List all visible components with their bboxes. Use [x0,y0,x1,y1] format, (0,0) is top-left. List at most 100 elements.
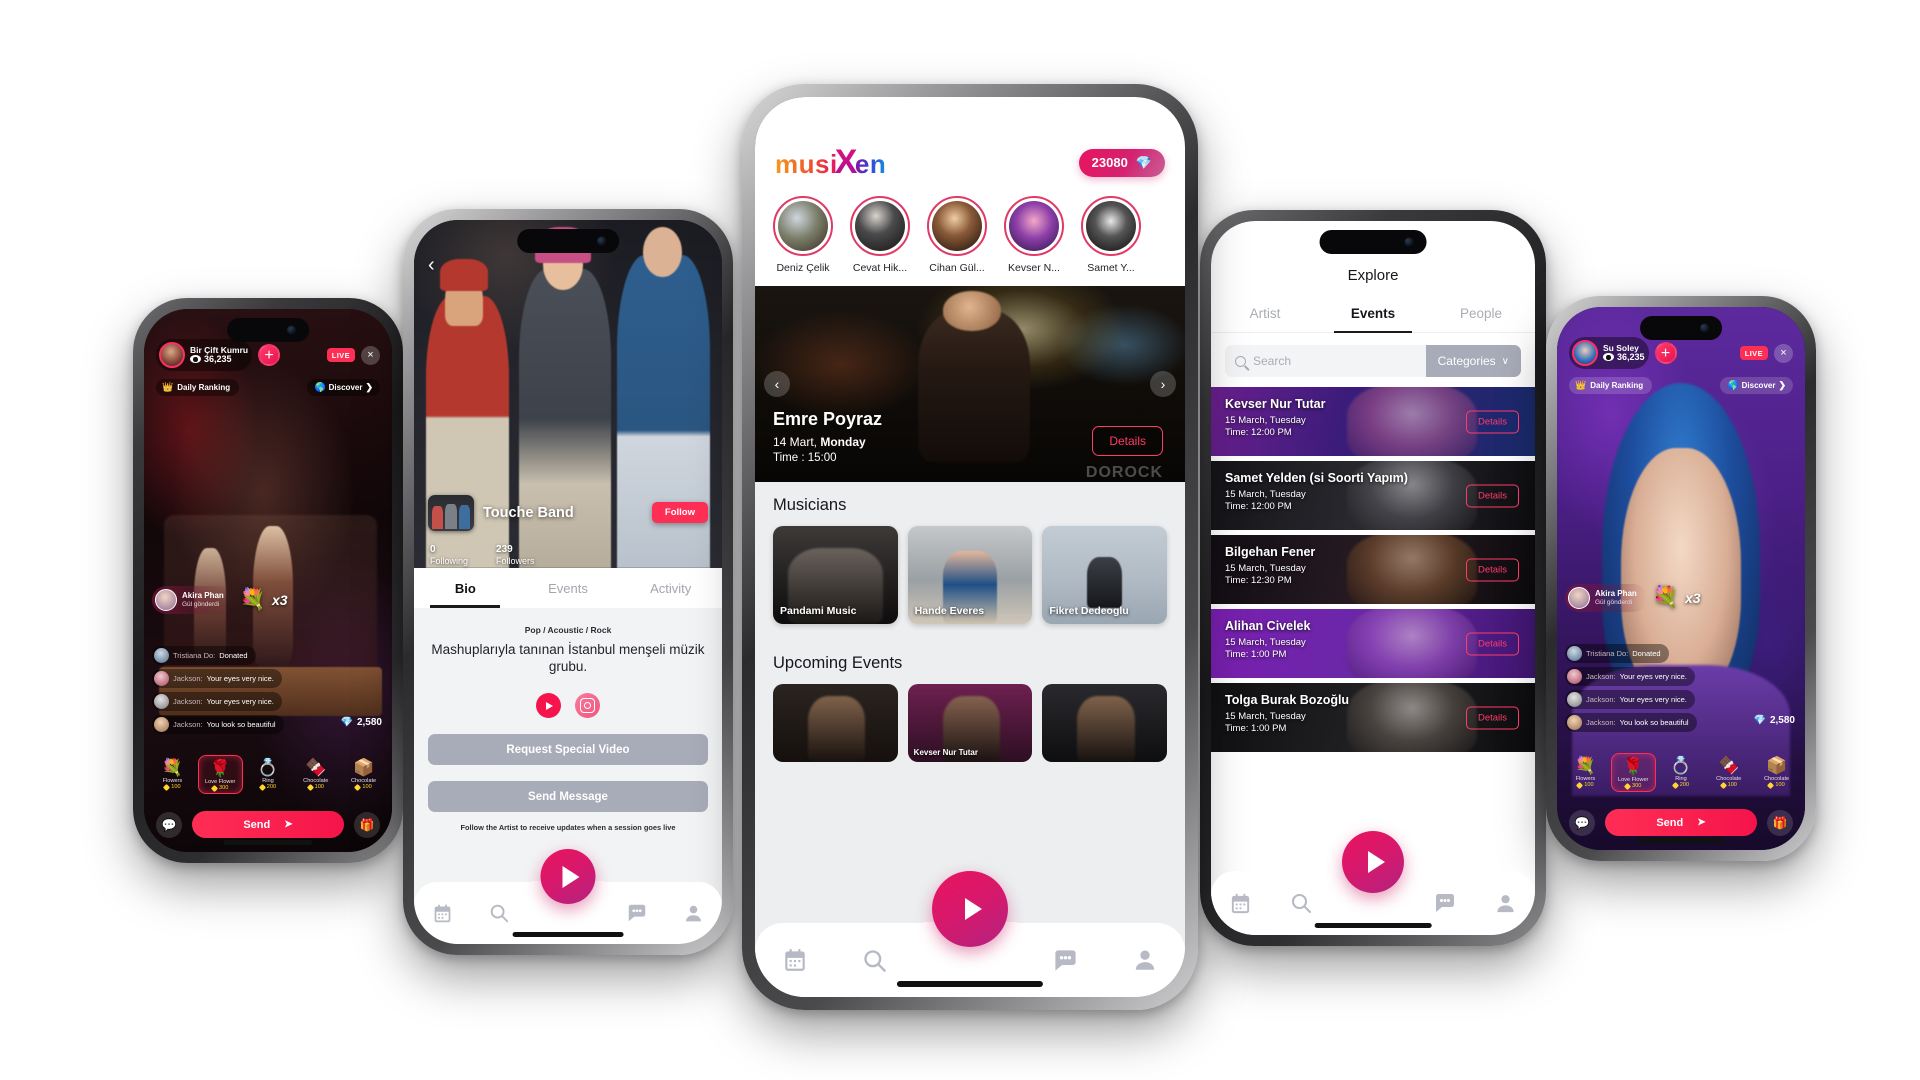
host-chip[interactable]: Su Soley 36,235 [1569,337,1649,369]
discover-chip[interactable]: 🌎 Discover ❯ [307,379,380,396]
table-row[interactable]: Bilgehan Fener 15 March, Tuesday Time: 1… [1211,535,1535,604]
musicians-row[interactable]: Pandami Music Hande Everes Fikret Dedeog… [755,515,1185,640]
flower-icon: 💐 [239,587,266,611]
search-icon[interactable] [488,902,510,924]
screen-artist-profile: ‹ Touche Band Follow 0 Following 239 Fol… [414,220,722,944]
host-chip[interactable]: Bir Çift Kumru 36,235 [156,339,253,371]
follow-button[interactable]: Follow [651,502,708,524]
chat-icon[interactable]: 💬 [156,811,182,838]
daily-ranking-chip[interactable]: 👑 Daily Ranking [156,379,240,396]
search-input[interactable]: Search [1225,345,1426,377]
categories-dropdown[interactable]: Categories ∨ [1425,345,1521,377]
list-item[interactable] [773,684,898,762]
back-icon[interactable]: ‹ [428,254,435,277]
details-button[interactable]: Details [1465,706,1519,729]
table-row[interactable]: Tolga Burak Bozoğlu 15 March, Tuesday Ti… [1211,683,1535,752]
table-row[interactable]: Samet Yelden (si Soorti Yapım) 15 March,… [1211,461,1535,530]
gift-option[interactable]: 💍 Ring 200 [1659,753,1704,790]
details-button[interactable]: Details [1465,632,1519,655]
details-button[interactable]: Details [1465,410,1519,433]
discover-chip[interactable]: 🌎 Discover ❯ [1720,377,1793,394]
details-button[interactable]: Details [1465,484,1519,507]
featured-event-card[interactable]: DOROCK ‹ › Emre Poyraz 14 Mart, Monday T… [755,286,1185,482]
profile-icon[interactable] [1494,892,1517,915]
table-row[interactable]: Kevser Nur Tutar 15 March, Tuesday Time:… [1211,387,1535,456]
close-icon[interactable]: × [1774,343,1793,363]
profile-icon[interactable] [1132,947,1158,973]
gift-option[interactable]: 💐 Flowers 100 [150,755,195,792]
events-list[interactable]: Kevser Nur Tutar 15 March, Tuesday Time:… [1211,387,1535,752]
gift-option[interactable]: 💍 Ring 200 [246,755,291,792]
gift-option-selected[interactable]: 🌹 Love Flower 300 [197,755,243,794]
gift-option[interactable]: 📦 Chocolate 100 [1754,753,1799,790]
explore-tabs[interactable]: Artist Events People [1211,300,1535,333]
gem-balance-badge[interactable]: 23080 💎 [1078,148,1165,177]
following-stat[interactable]: 0 Following [430,544,468,568]
list-item[interactable]: Deniz Çelik [769,196,837,274]
chat-icon[interactable]: 💬 [1569,809,1595,836]
chat-icon[interactable] [1433,891,1457,915]
tab-bio[interactable]: Bio [414,568,517,608]
gift-option[interactable]: 📦 Chocolate 100 [341,755,386,792]
tab-events[interactable]: Events [1319,300,1427,333]
list-item[interactable]: Hande Everes [907,526,1033,624]
avatar [159,342,185,368]
artist-tabs[interactable]: Bio Events Activity [414,567,722,608]
play-fab-icon[interactable] [1342,831,1404,893]
list-item[interactable]: Cevat Hik... [846,196,914,274]
list-item[interactable]: Kevser N... [1000,196,1068,274]
details-button[interactable]: Details [1092,426,1163,456]
calendar-icon[interactable] [782,947,808,973]
gift-picker[interactable]: 💐 Flowers 100 🌹 Love Flower 300 💍 Ring 2… [1563,753,1799,792]
play-fab-icon[interactable] [932,871,1008,947]
tab-activity[interactable]: Activity [619,568,722,608]
gift-option-selected[interactable]: 🌹 Love Flower 300 [1610,753,1656,792]
tab-people[interactable]: People [1427,300,1535,332]
followers-stat[interactable]: 239 Followers [496,544,535,568]
youtube-icon[interactable] [536,693,561,719]
ring-icon: 💍 [257,758,279,777]
stories-row[interactable]: Deniz Çelik Cevat Hik... Cihan Gül... Ke… [755,182,1185,286]
gift-picker[interactable]: 💐 Flowers 100 🌹 Love Flower 300 💍 Ring 2… [150,755,386,794]
list-item[interactable]: Fikret Dedeoglu [1042,526,1168,624]
list-item[interactable]: Pandami Music [773,526,898,624]
details-button[interactable]: Details [1465,558,1519,581]
request-special-video-button[interactable]: Request Special Video [428,734,708,766]
social-links[interactable] [414,693,722,719]
tab-events[interactable]: Events [517,568,620,608]
list-item[interactable]: Cihan Gül... [923,196,991,274]
daily-ranking-chip[interactable]: 👑 Daily Ranking [1569,377,1653,394]
play-fab-icon[interactable] [540,849,596,904]
list-item[interactable] [1042,684,1168,762]
send-button[interactable]: Send ➤ [1605,809,1757,836]
avatar [1572,340,1598,366]
gift-option[interactable]: 🍫 Chocolate 100 [293,755,338,792]
send-button[interactable]: Send ➤ [192,811,344,838]
follow-plus-button[interactable]: + [1654,342,1677,364]
gift-option[interactable]: 🍫 Chocolate 100 [1706,753,1751,790]
follow-plus-button[interactable]: + [258,344,281,366]
calendar-icon[interactable] [1229,892,1252,915]
chat-icon[interactable] [626,902,648,924]
gift-icon[interactable]: 🎁 [1767,809,1793,836]
list-item[interactable]: Kevser Nur Tutar [907,684,1033,762]
gift-option[interactable]: 💐 Flowers 100 [1563,753,1608,790]
list-item[interactable]: Samet Y... [1077,196,1145,274]
carousel-next-icon[interactable]: › [1150,371,1176,397]
tab-artist[interactable]: Artist [1211,300,1319,332]
profile-icon[interactable] [683,903,704,924]
search-icon[interactable] [861,947,888,974]
close-icon[interactable]: × [361,345,380,365]
carousel-prev-icon[interactable]: ‹ [764,371,790,397]
instagram-icon[interactable] [575,693,600,719]
send-message-button[interactable]: Send Message [428,781,708,813]
table-row[interactable]: Alihan Civelek 15 March, Tuesday Time: 1… [1211,609,1535,678]
gift-icon[interactable]: 🎁 [354,811,380,838]
coin-balance: 💎 2,580 [1754,715,1795,726]
avatar[interactable] [428,494,474,531]
calendar-icon[interactable] [432,903,453,924]
logo-text-part2: en [854,149,887,179]
search-icon[interactable] [1289,891,1313,915]
diamond-icon: 💎 [1135,154,1152,170]
chat-icon[interactable] [1052,947,1079,974]
